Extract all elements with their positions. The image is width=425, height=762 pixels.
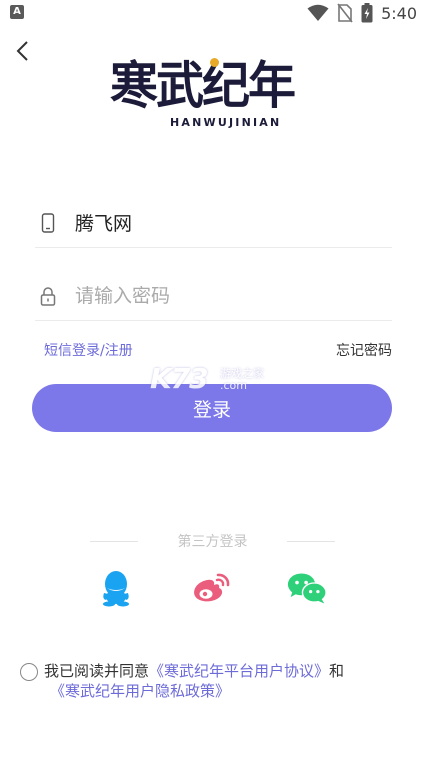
password-field: [35, 271, 392, 321]
forgot-password-link[interactable]: 忘记密码: [336, 340, 392, 360]
qq-login-button[interactable]: [96, 568, 136, 608]
phone-icon: [37, 212, 59, 234]
sms-login-link[interactable]: 短信登录/注册: [44, 340, 133, 360]
back-button[interactable]: [10, 36, 40, 68]
watermark-cn: 游戏之家: [220, 367, 264, 380]
wechat-icon: [287, 573, 327, 604]
chevron-left-icon: [16, 41, 28, 61]
agreement-conjunction: 和: [329, 662, 345, 680]
phone-input[interactable]: [75, 211, 375, 234]
status-bar: A 5:40: [0, 0, 425, 26]
logo-dot: [210, 58, 219, 67]
phone-field: [35, 198, 392, 248]
password-input[interactable]: [75, 284, 375, 307]
wechat-login-button[interactable]: [287, 568, 327, 608]
third-party-header: 第三方登录: [90, 532, 335, 550]
app-logo: 寒武纪年 HANWUJINIAN: [110, 56, 315, 133]
login-button[interactable]: 登录: [32, 384, 392, 432]
weibo-icon: [194, 573, 230, 602]
user-agreement-link[interactable]: 《寒武纪年平台用户协议》: [149, 662, 329, 680]
notification-app-icon: A: [10, 5, 24, 19]
status-icons: 5:40: [307, 2, 417, 24]
clock: 5:40: [381, 3, 417, 23]
divider-left: [90, 540, 138, 542]
wifi-icon: [307, 4, 329, 21]
logo-subtitle: HANWUJINIAN: [170, 116, 282, 129]
divider-right: [287, 540, 335, 542]
logo-title: 寒武纪年: [110, 56, 296, 116]
weibo-login-button[interactable]: [191, 568, 231, 608]
lock-icon: [37, 285, 59, 307]
qq-icon: [103, 571, 129, 607]
no-sim-icon: [337, 3, 353, 23]
agree-radio[interactable]: [20, 663, 38, 681]
privacy-policy-link[interactable]: 《寒武纪年用户隐私政策》: [50, 682, 230, 700]
third-party-title: 第三方登录: [177, 534, 248, 550]
agreement-prefix: 我已阅读并同意: [44, 662, 150, 680]
battery-charging-icon: [361, 3, 373, 23]
